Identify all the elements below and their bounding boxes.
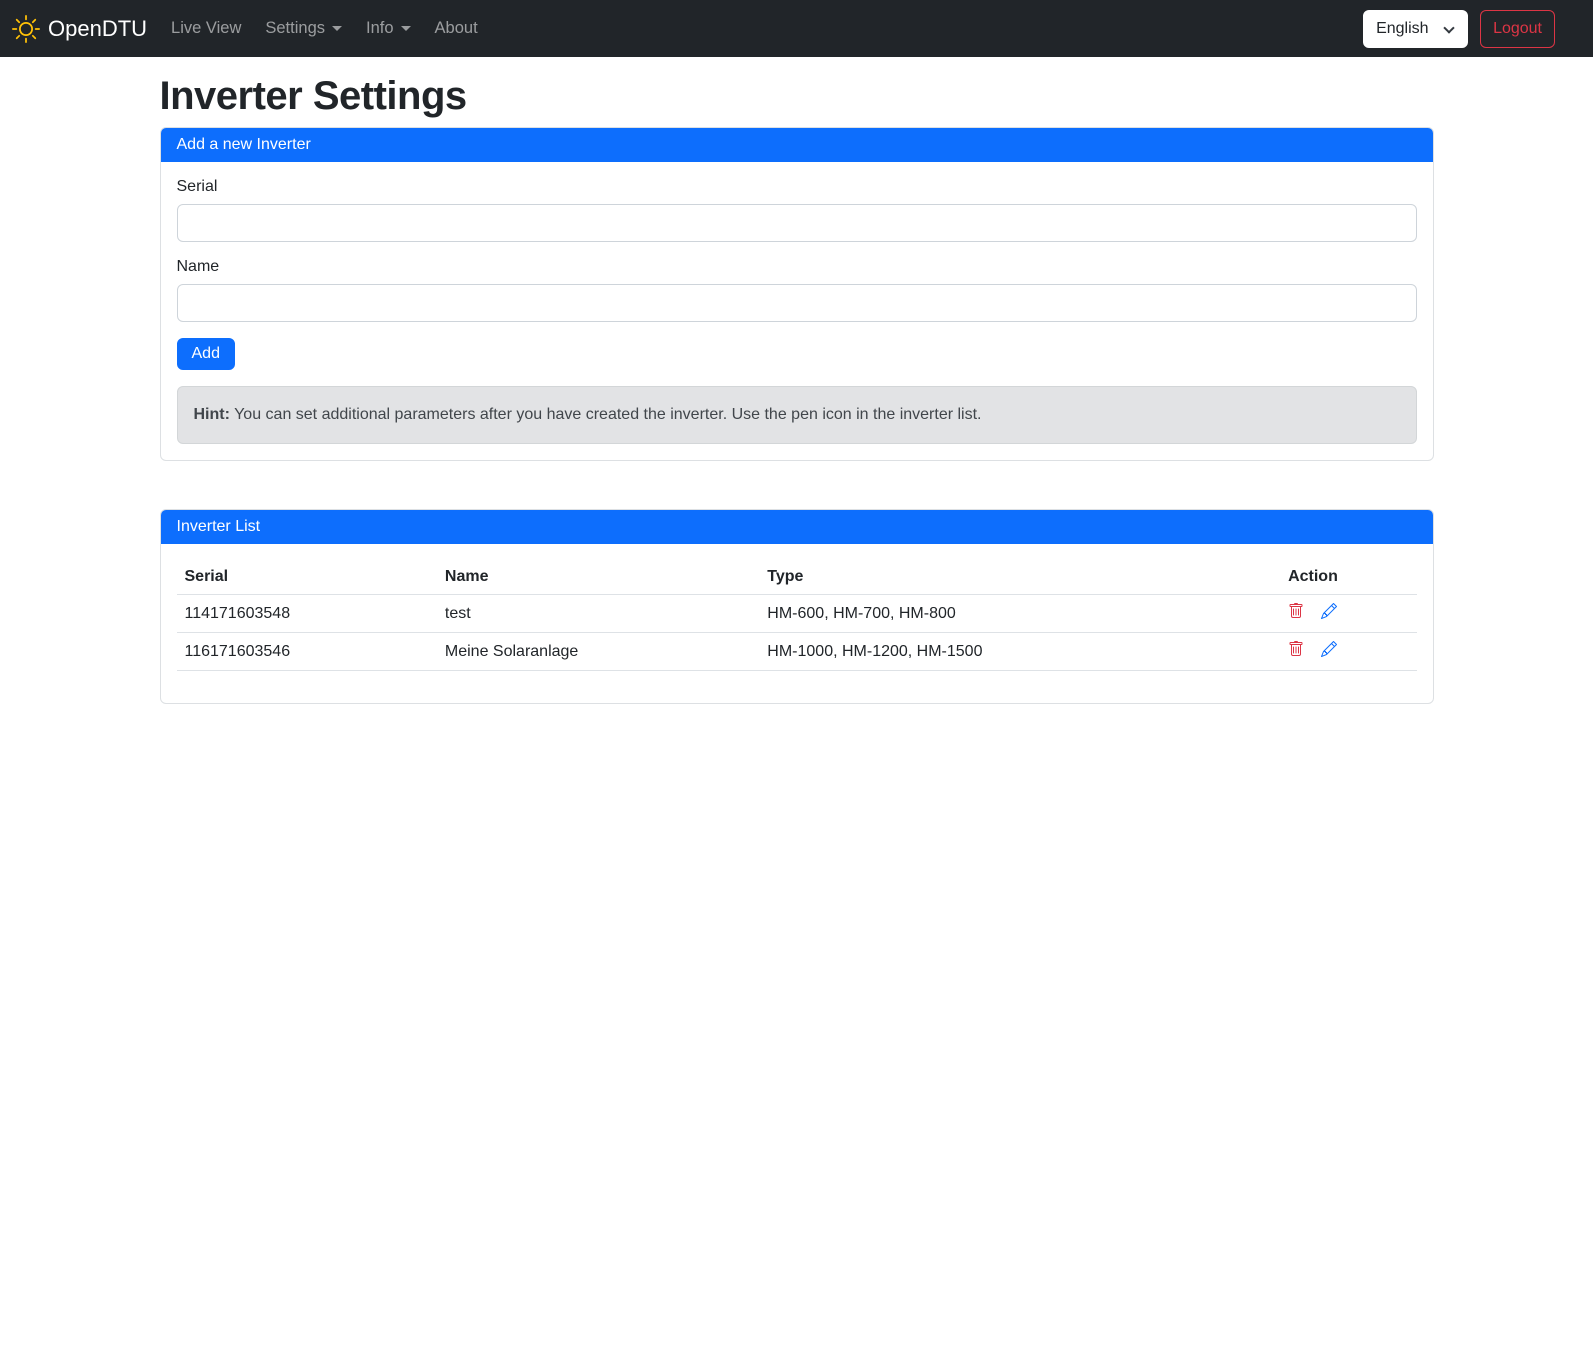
pencil-icon — [1321, 603, 1337, 624]
navbar: OpenDTU Live View Settings Info About En… — [0, 0, 1593, 57]
column-header-name: Name — [437, 560, 759, 595]
cell-name: test — [437, 595, 759, 633]
hint-alert: Hint: You can set additional parameters … — [177, 386, 1417, 444]
delete-inverter-button[interactable] — [1288, 641, 1304, 662]
table-row: 116171603546 Meine Solaranlage HM-1000, … — [177, 633, 1417, 671]
cell-serial: 116171603546 — [177, 633, 437, 671]
hint-text: You can set additional parameters after … — [230, 406, 982, 423]
nav-item-live-view[interactable]: Live View — [163, 11, 249, 46]
column-header-type: Type — [759, 560, 1280, 595]
language-select[interactable]: English — [1363, 10, 1468, 48]
nav-item-label: About — [435, 19, 478, 38]
cell-serial: 114171603548 — [177, 595, 437, 633]
cell-action — [1280, 633, 1416, 671]
sun-icon — [12, 15, 40, 43]
cell-type: HM-1000, HM-1200, HM-1500 — [759, 633, 1280, 671]
trash-icon — [1288, 603, 1304, 624]
brand-label: OpenDTU — [48, 16, 147, 42]
table-row: 114171603548 test HM-600, HM-700, HM-800 — [177, 595, 1417, 633]
name-input[interactable] — [177, 284, 1417, 322]
nav-item-label: Info — [366, 19, 394, 38]
page-title: Inverter Settings — [160, 74, 1434, 119]
caret-down-icon — [401, 26, 411, 31]
edit-inverter-button[interactable] — [1321, 603, 1337, 624]
serial-label: Serial — [177, 178, 1417, 196]
cell-type: HM-600, HM-700, HM-800 — [759, 595, 1280, 633]
cell-action — [1280, 595, 1416, 633]
caret-down-icon — [332, 26, 342, 31]
column-header-action: Action — [1280, 560, 1416, 595]
brand-link[interactable]: OpenDTU — [12, 15, 147, 43]
nav-item-settings[interactable]: Settings — [257, 11, 350, 46]
main-content: Inverter Settings Add a new Inverter Ser… — [148, 74, 1446, 704]
table-header-row: Serial Name Type Action — [177, 560, 1417, 595]
logout-button[interactable]: Logout — [1480, 10, 1555, 48]
nav-item-info[interactable]: Info — [358, 11, 419, 46]
add-button[interactable]: Add — [177, 338, 235, 370]
nav-item-label: Settings — [265, 19, 325, 38]
trash-icon — [1288, 641, 1304, 662]
inverter-list-card-header: Inverter List — [161, 510, 1433, 544]
add-inverter-card: Add a new Inverter Serial Name Add Hint:… — [160, 127, 1434, 461]
column-header-serial: Serial — [177, 560, 437, 595]
hint-label: Hint: — [194, 406, 230, 423]
delete-inverter-button[interactable] — [1288, 603, 1304, 624]
pencil-icon — [1321, 641, 1337, 662]
name-label: Name — [177, 258, 1417, 276]
edit-inverter-button[interactable] — [1321, 641, 1337, 662]
add-inverter-card-header: Add a new Inverter — [161, 128, 1433, 162]
inverter-table: Serial Name Type Action 114171603548 tes… — [177, 560, 1417, 671]
inverter-list-card: Inverter List Serial Name Type Action 11… — [160, 509, 1434, 704]
serial-input[interactable] — [177, 204, 1417, 242]
nav-item-about[interactable]: About — [427, 11, 486, 46]
cell-name: Meine Solaranlage — [437, 633, 759, 671]
nav-item-label: Live View — [171, 19, 241, 38]
